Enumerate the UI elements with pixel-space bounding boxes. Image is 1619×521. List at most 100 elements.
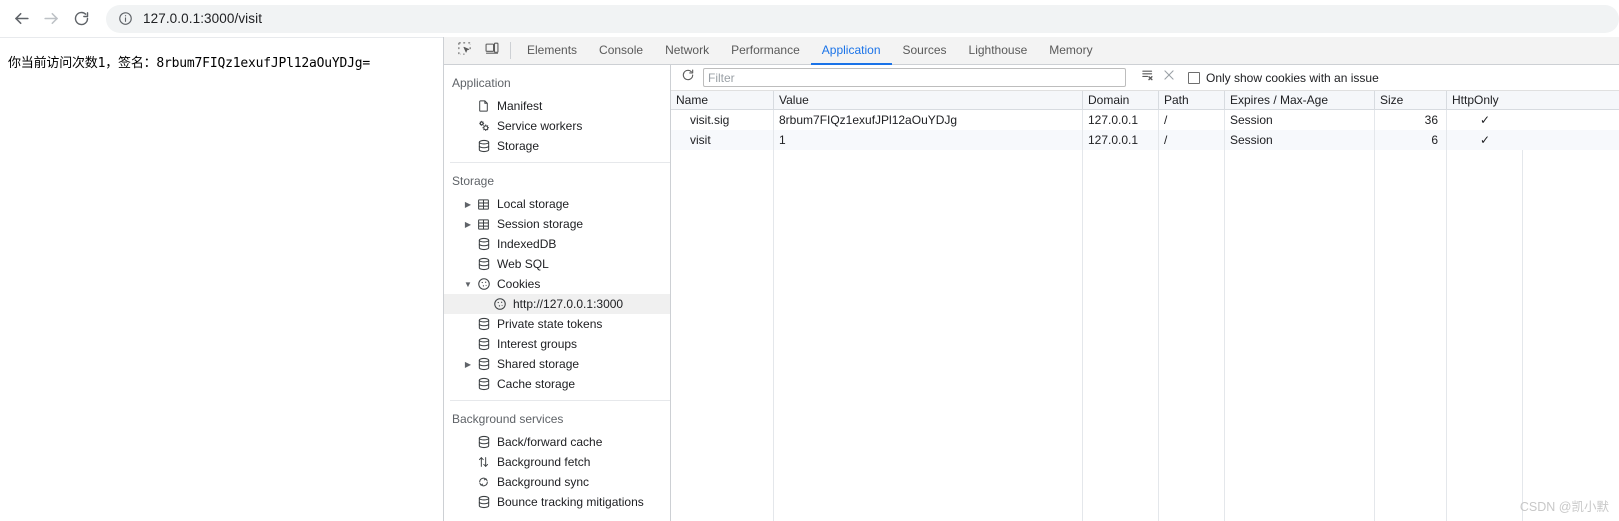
tab-performance[interactable]: Performance — [720, 37, 811, 65]
table-header-row: Name Value Domain Path Expires / Max-Age… — [671, 91, 1619, 110]
sidebar-item-shared-storage[interactable]: ▶ Shared storage — [444, 354, 670, 374]
sidebar-item-cache-storage[interactable]: ▶ Cache storage — [444, 374, 670, 394]
sidebar-item-manifest[interactable]: ▶ Manifest — [444, 96, 670, 116]
devtools-tabbar: Elements Console Network Performance App… — [444, 37, 1619, 65]
sidebar-item-cookie-origin[interactable]: ▶ http://127.0.0.1:3000 — [444, 294, 670, 314]
device-toolbar-button[interactable] — [480, 40, 504, 62]
page-viewport: 你当前访问次数1，签名：8rbum7FIQz1exufJPl12aOuYDJg= — [0, 37, 443, 521]
filter-input[interactable] — [703, 68, 1126, 87]
devtools-panel: Elements Console Network Performance App… — [443, 37, 1619, 521]
chevron-down-icon[interactable]: ▼ — [462, 278, 474, 290]
empty-column-value — [774, 150, 1083, 521]
cell-value: 8rbum7FIQz1exufJPl12aOuYDJg — [774, 110, 1083, 130]
column-header-expires[interactable]: Expires / Max-Age — [1225, 91, 1375, 109]
inspect-element-button[interactable] — [452, 40, 476, 62]
sidebar-divider — [450, 162, 670, 163]
column-header-httponly[interactable]: HttpOnly — [1447, 91, 1523, 109]
reload-button[interactable] — [66, 4, 96, 34]
only-show-issues-checkbox[interactable] — [1188, 71, 1200, 84]
delete-cookie-button[interactable] — [1158, 67, 1180, 89]
sidebar-item-storage[interactable]: ▶ Storage — [444, 136, 670, 156]
sidebar-item-label: Interest groups — [497, 337, 578, 351]
cell-domain: 127.0.0.1 — [1083, 110, 1159, 130]
address-bar-url: 127.0.0.1:3000/visit — [143, 11, 263, 26]
sidebar-item-label: Service workers — [497, 119, 583, 133]
sidebar-divider — [450, 400, 670, 401]
tab-application[interactable]: Application — [810, 37, 892, 65]
sidebar-item-label: Shared storage — [497, 357, 580, 371]
sidebar-item-local-storage[interactable]: ▶ Local storage — [444, 194, 670, 214]
column-header-path[interactable]: Path — [1159, 91, 1225, 109]
sidebar-item-label: Manifest — [497, 99, 543, 113]
sidebar-section-storage-title: Storage — [452, 174, 495, 188]
empty-column-httponly — [1447, 150, 1523, 521]
device-toolbar-icon — [484, 41, 500, 61]
tab-memory[interactable]: Memory — [1038, 37, 1103, 65]
sidebar-item-private-state-tokens[interactable]: ▶ Private state tokens — [444, 314, 670, 334]
delete-cookie-icon — [1162, 68, 1176, 87]
cookies-toolbar: Only show cookies with an issue — [671, 65, 1619, 91]
cookies-table: Name Value Domain Path Expires / Max-Age… — [671, 91, 1619, 521]
empty-column-domain — [1083, 150, 1159, 521]
gears-icon — [475, 118, 492, 134]
sidebar-item-interest-groups[interactable]: ▶ Interest groups — [444, 334, 670, 354]
table-row[interactable]: visit.sig 8rbum7FIQz1exufJPl12aOuYDJg 12… — [671, 110, 1619, 130]
document-icon — [475, 98, 492, 114]
sidebar-item-label: Session storage — [497, 217, 584, 231]
sidebar-item-label: Background fetch — [497, 455, 591, 469]
sidebar-item-web-sql[interactable]: ▶ Web SQL — [444, 254, 670, 274]
cookies-pane: Only show cookies with an issue Name Val… — [671, 65, 1619, 521]
tab-network[interactable]: Network — [654, 37, 720, 65]
column-header-value[interactable]: Value — [774, 91, 1083, 109]
table-icon — [475, 196, 492, 212]
info-circle-icon[interactable] — [118, 11, 134, 27]
database-icon — [475, 356, 492, 372]
database-icon — [475, 256, 492, 272]
column-header-domain[interactable]: Domain — [1083, 91, 1159, 109]
empty-column-path — [1159, 150, 1225, 521]
sidebar-item-label: Storage — [497, 139, 540, 153]
only-show-issues-control[interactable]: Only show cookies with an issue — [1188, 71, 1379, 85]
back-button[interactable] — [6, 4, 36, 34]
table-row[interactable]: visit 1 127.0.0.1 / Session 6 ✓ — [671, 130, 1619, 150]
database-icon — [475, 434, 492, 450]
forward-button[interactable] — [36, 4, 66, 34]
cell-path: / — [1159, 110, 1225, 130]
empty-column-name — [671, 150, 774, 521]
clear-all-cookies-button[interactable] — [1136, 67, 1158, 89]
sidebar-item-back-forward-cache[interactable]: ▶ Back/forward cache — [444, 432, 670, 452]
sidebar-item-bounce-tracking-mitigations[interactable]: ▶ Bounce tracking mitigations — [444, 492, 670, 512]
arrows-updown-icon — [475, 454, 492, 470]
cookie-icon — [491, 296, 508, 312]
cell-value: 1 — [774, 130, 1083, 150]
sidebar-section-application-title: Application — [452, 76, 511, 90]
refresh-cookies-button[interactable] — [677, 67, 699, 89]
cell-httponly: ✓ — [1479, 113, 1491, 127]
tab-elements[interactable]: Elements — [516, 37, 588, 65]
sidebar-item-service-workers[interactable]: ▶ Service workers — [444, 116, 670, 136]
tab-console[interactable]: Console — [588, 37, 654, 65]
sidebar-item-label: Cookies — [497, 277, 541, 291]
devtools-body: Application ▶ Manifest ▶ Service workers — [444, 65, 1619, 521]
sidebar-item-cookies[interactable]: ▼ Cookies — [444, 274, 670, 294]
chevron-right-icon[interactable]: ▶ — [462, 358, 474, 370]
cell-domain: 127.0.0.1 — [1083, 130, 1159, 150]
devtools-tool-icons — [444, 37, 508, 64]
chevron-right-icon[interactable]: ▶ — [462, 218, 474, 230]
database-icon — [475, 138, 492, 154]
column-header-size[interactable]: Size — [1375, 91, 1447, 109]
column-header-name[interactable]: Name — [671, 91, 774, 109]
sidebar-item-label: Bounce tracking mitigations — [497, 495, 644, 509]
sidebar-item-indexeddb[interactable]: ▶ IndexedDB — [444, 234, 670, 254]
tab-sources[interactable]: Sources — [892, 37, 958, 65]
sidebar-item-label: Web SQL — [497, 257, 549, 271]
sync-icon — [475, 474, 492, 490]
address-bar[interactable]: 127.0.0.1:3000/visit — [106, 4, 1619, 33]
chevron-right-icon[interactable]: ▶ — [462, 198, 474, 210]
tab-lighthouse[interactable]: Lighthouse — [958, 37, 1039, 65]
sidebar-item-background-sync[interactable]: ▶ Background sync — [444, 472, 670, 492]
cell-httponly: ✓ — [1479, 133, 1491, 147]
sidebar-item-session-storage[interactable]: ▶ Session storage — [444, 214, 670, 234]
sidebar-item-background-fetch[interactable]: ▶ Background fetch — [444, 452, 670, 472]
cookie-icon — [475, 276, 492, 292]
